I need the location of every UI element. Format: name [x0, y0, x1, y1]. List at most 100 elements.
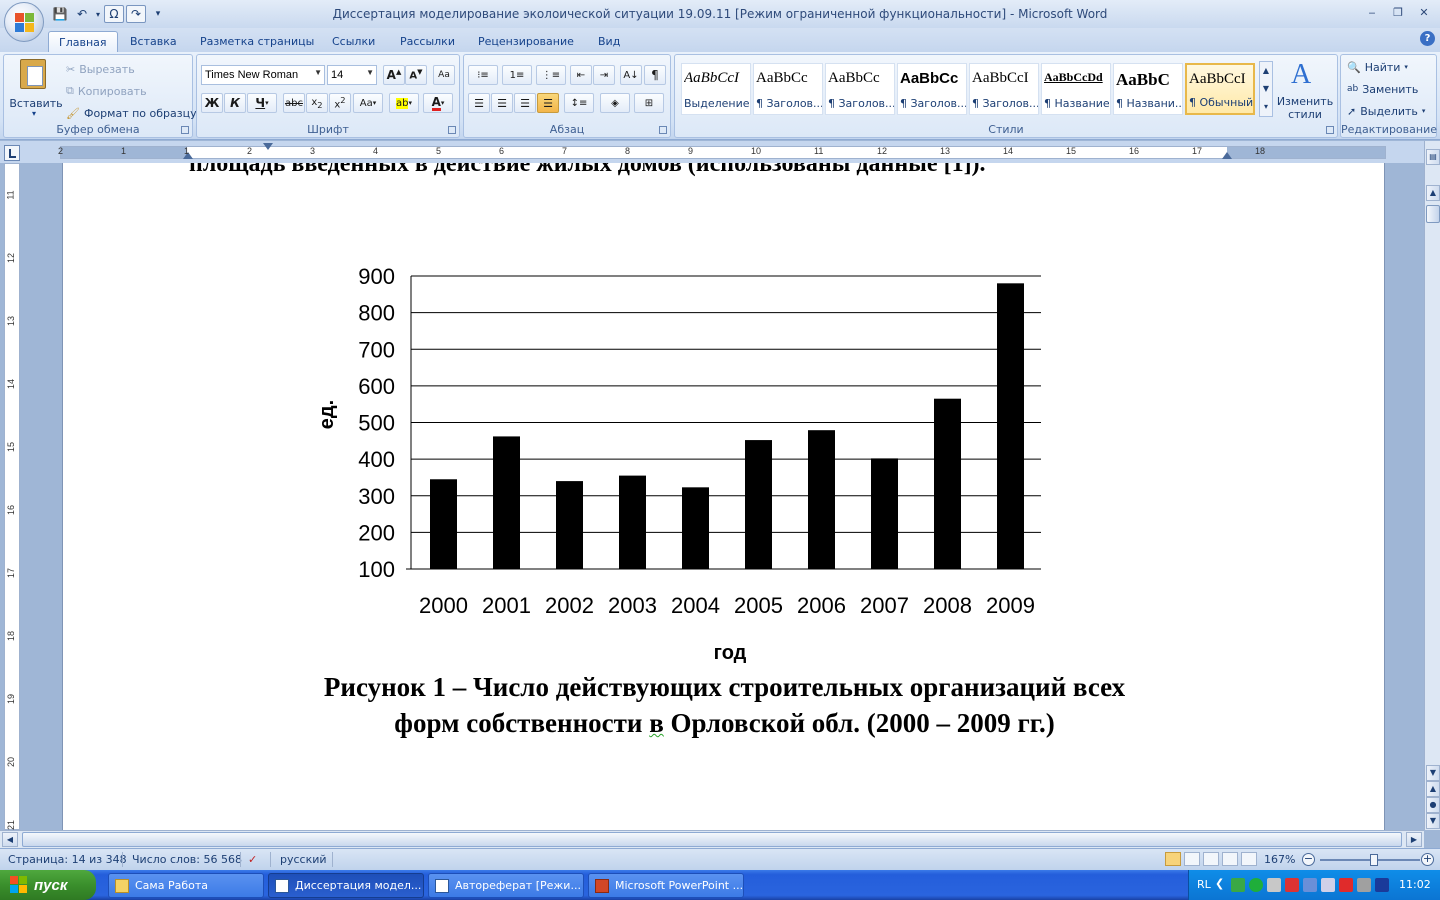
tray-network-icon[interactable] — [1357, 878, 1371, 892]
tray-antivirus-icon[interactable] — [1339, 878, 1353, 892]
print-layout-view-icon[interactable] — [1165, 852, 1181, 866]
style-name-alt[interactable]: AaBbC ¶ Названи... — [1113, 63, 1183, 115]
paste-button[interactable]: Вставить ▾ — [8, 57, 63, 119]
close-button[interactable]: ✕ — [1414, 4, 1434, 20]
bold-button[interactable]: Ж — [201, 93, 223, 113]
next-page-button[interactable]: ▼ — [1426, 813, 1440, 829]
subscript-button[interactable]: x2 — [306, 93, 328, 113]
document-area[interactable]: площадь введенных в действие жилых домов… — [20, 163, 1424, 830]
highlight-button[interactable]: ab ▾ — [389, 93, 419, 113]
scroll-down-button[interactable]: ▼ — [1426, 765, 1440, 781]
numbering-button[interactable]: 1≡ — [502, 65, 532, 85]
taskbar-item-folder[interactable]: Сама Работа — [108, 873, 264, 898]
multilevel-list-button[interactable]: ⋮≡ — [536, 65, 566, 85]
vertical-scrollbar[interactable]: ▤ ▲ ▼ ▲ ● ▼ — [1424, 141, 1440, 830]
tray-at-icon[interactable] — [1249, 878, 1263, 892]
horizontal-scrollbar[interactable]: ◀ ▶ — [0, 830, 1424, 848]
horizontal-scroll-thumb[interactable] — [22, 832, 1402, 847]
replace-button[interactable]: ab Заменить — [1347, 79, 1418, 99]
zoom-in-button[interactable]: + — [1421, 853, 1434, 866]
restore-button[interactable]: ❐ — [1388, 4, 1408, 20]
style-heading2[interactable]: AaBbCc ¶ Заголов... — [825, 63, 895, 115]
font-color-button[interactable]: A ▾ — [423, 93, 453, 113]
scroll-down-icon[interactable]: ▼ — [1260, 80, 1272, 98]
document-page[interactable]: площадь введенных в действие жилых домов… — [62, 163, 1385, 830]
borders-button[interactable]: ⊞ — [634, 93, 664, 113]
word-count[interactable]: Число слов: 56 568 — [132, 853, 242, 866]
customize-qat-icon[interactable]: ▾ — [148, 5, 168, 23]
tray-app-icon[interactable] — [1267, 878, 1281, 892]
justify-button[interactable]: ☰ — [537, 93, 559, 113]
more-styles-icon[interactable]: ▾ — [1260, 98, 1272, 116]
web-layout-view-icon[interactable] — [1203, 852, 1219, 866]
strikethrough-button[interactable]: abc — [283, 93, 305, 113]
right-indent-marker[interactable] — [1222, 152, 1232, 159]
style-heading3[interactable]: AaBbCc ¶ Заголов... — [897, 63, 967, 115]
zoom-out-button[interactable]: − — [1302, 853, 1315, 866]
underline-button[interactable]: Ч ▾ — [247, 93, 277, 113]
tab-review[interactable]: Рецензирование — [468, 31, 584, 52]
zoom-level[interactable]: 167% — [1264, 853, 1295, 866]
scroll-right-button[interactable]: ▶ — [1406, 832, 1422, 847]
style-heading4[interactable]: AaBbCcI ¶ Заголов... — [969, 63, 1039, 115]
tray-app-icon[interactable] — [1303, 878, 1317, 892]
start-button[interactable]: пуск — [0, 870, 96, 900]
change-styles-button[interactable]: A Изменить стили — [1275, 57, 1335, 121]
shrink-font-button[interactable]: A▼ — [405, 65, 427, 85]
tray-app-icon[interactable] — [1321, 878, 1335, 892]
tray-app-icon[interactable] — [1375, 878, 1389, 892]
tab-mailings[interactable]: Рассылки — [390, 31, 465, 52]
save-icon[interactable]: 💾 — [50, 5, 70, 23]
vertical-scroll-thumb[interactable] — [1426, 205, 1440, 223]
cut-button[interactable]: ✂ Вырезать — [66, 59, 135, 79]
style-normal[interactable]: AaBbCcI ¶ Обычный — [1185, 63, 1255, 115]
superscript-button[interactable]: x2 — [329, 93, 351, 113]
outline-view-icon[interactable] — [1222, 852, 1238, 866]
chevron-left-icon[interactable]: ❮ — [1215, 877, 1224, 890]
align-right-button[interactable]: ☰ — [514, 93, 536, 113]
italic-button[interactable]: К — [224, 93, 246, 113]
paragraph-launcher-icon[interactable] — [659, 126, 667, 134]
taskbar-item-word-dissertation[interactable]: Диссертация модел... — [268, 873, 424, 898]
tab-insert[interactable]: Вставка — [120, 31, 187, 52]
minimize-button[interactable]: ‒ — [1362, 4, 1382, 20]
redo-icon[interactable]: ↷ — [126, 5, 146, 23]
symbol-icon[interactable]: Ω — [104, 5, 124, 23]
find-button[interactable]: 🔍 Найти ▾ — [1347, 57, 1408, 77]
scroll-up-icon[interactable]: ▲ — [1260, 62, 1272, 80]
help-icon[interactable]: ? — [1420, 31, 1435, 46]
horizontal-ruler[interactable]: 2 1 1 2 3 4 5 6 7 8 9 10 11 12 13 14 15 16 17 18 — [58, 143, 1386, 159]
undo-icon[interactable]: ↶ — [72, 5, 92, 23]
first-line-indent-marker[interactable] — [263, 143, 273, 150]
style-heading1[interactable]: AaBbCc ¶ Заголов... — [753, 63, 823, 115]
show-marks-button[interactable]: ¶ — [644, 65, 666, 85]
ruler-toggle-icon[interactable]: ▤ — [1426, 149, 1440, 165]
browse-object-button[interactable]: ● — [1426, 797, 1440, 813]
previous-page-button[interactable]: ▲ — [1426, 781, 1440, 797]
bullets-button[interactable]: ⁝≡ — [468, 65, 498, 85]
font-name-combo[interactable]: Times New Roman ▼ — [201, 65, 325, 85]
proofing-icon[interactable]: ✓ — [248, 853, 257, 866]
style-emphasis[interactable]: AaBbCcI Выделение — [681, 63, 751, 115]
style-title[interactable]: AaBbCcDd ¶ Название — [1041, 63, 1111, 115]
language-bar[interactable]: RL — [1197, 878, 1211, 891]
font-launcher-icon[interactable] — [448, 126, 456, 134]
clock[interactable]: 11:02 — [1399, 878, 1431, 891]
align-left-button[interactable]: ☰ — [468, 93, 490, 113]
zoom-slider-thumb[interactable] — [1370, 854, 1378, 866]
page-indicator[interactable]: Страница: 14 из 348 — [8, 853, 127, 866]
scroll-left-button[interactable]: ◀ — [2, 832, 18, 847]
font-size-combo[interactable]: 14 ▼ — [327, 65, 377, 85]
increase-indent-button[interactable]: ⇥ — [593, 65, 615, 85]
undo-dropdown-icon[interactable]: ▾ — [94, 5, 102, 23]
tab-selector-button[interactable] — [4, 145, 20, 161]
styles-launcher-icon[interactable] — [1326, 126, 1334, 134]
shading-button[interactable]: ◈ — [600, 93, 630, 113]
align-center-button[interactable]: ☰ — [491, 93, 513, 113]
taskbar-item-powerpoint[interactable]: Microsoft PowerPoint ... — [588, 873, 744, 898]
tray-shield-icon[interactable] — [1285, 878, 1299, 892]
copy-button[interactable]: ⧉ Копировать — [66, 81, 147, 101]
change-case-button[interactable]: Aa ▾ — [353, 93, 383, 113]
tray-app-icon[interactable] — [1231, 878, 1245, 892]
language-indicator[interactable]: русский — [280, 853, 327, 866]
